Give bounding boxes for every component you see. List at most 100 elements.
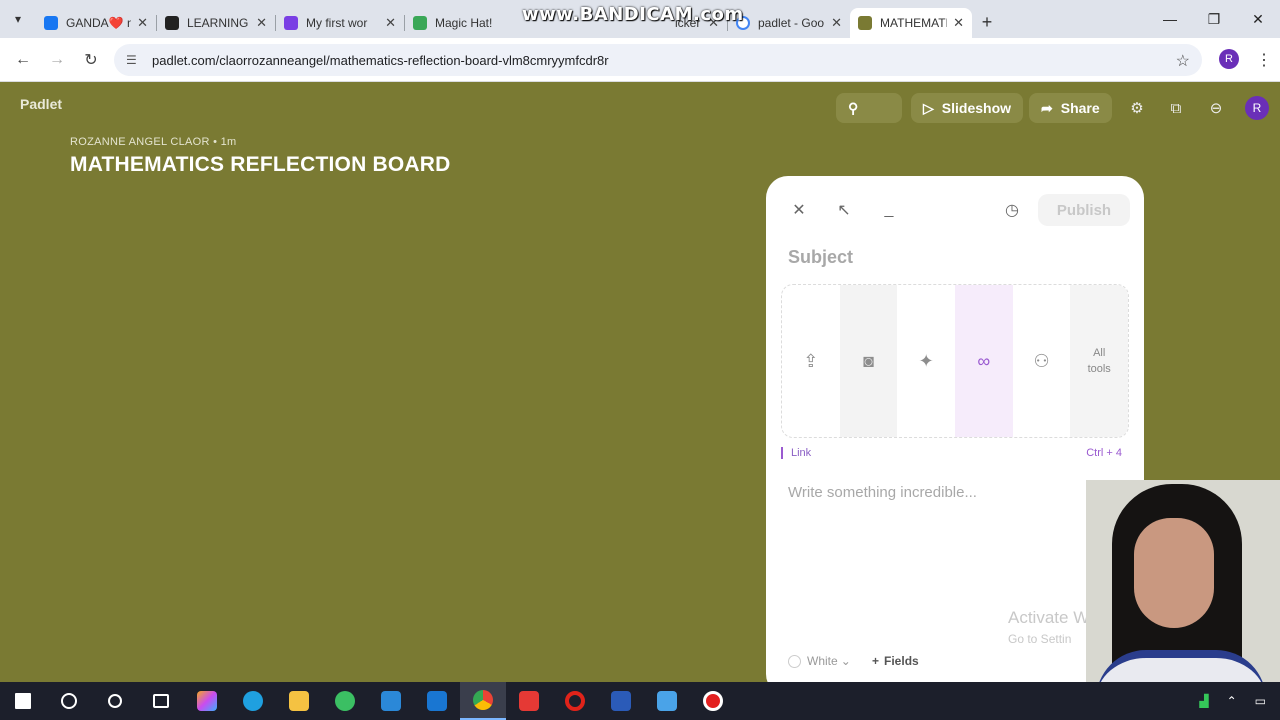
all-tools-button[interactable]: All tools — [1070, 285, 1128, 437]
cortana-icon[interactable] — [92, 682, 138, 720]
messenger-icon — [44, 16, 58, 30]
link-icon[interactable]: ∞ — [955, 285, 1013, 437]
camera-icon[interactable]: ◙ — [839, 285, 898, 437]
minimize-icon[interactable]: _ — [877, 198, 901, 222]
browser-tab[interactable]: My first wor ✕ — [276, 8, 404, 38]
slideshow-button[interactable]: ▷ Slideshow — [911, 93, 1024, 123]
search-button[interactable]: ⚲ — [836, 93, 902, 123]
paint-icon[interactable] — [644, 682, 690, 720]
close-icon[interactable]: ✕ — [831, 15, 842, 31]
chrome-icon[interactable] — [460, 682, 506, 720]
site-favicon-icon — [165, 16, 179, 30]
close-icon[interactable]: ✕ — [137, 15, 148, 31]
browser-toolbar: ← → ↻ ☰ padlet.com/claorrozanneangel/mat… — [0, 38, 1280, 82]
store-icon[interactable] — [368, 682, 414, 720]
magic-image-icon[interactable]: ✦ — [897, 285, 955, 437]
task-view-glyph-icon — [153, 694, 169, 708]
padlet-logo[interactable]: Padlet — [20, 96, 62, 112]
add-fields-button[interactable]: + Fields — [872, 654, 919, 668]
chart-icon[interactable]: ▟ — [1199, 694, 1208, 708]
board-title[interactable]: MATHEMATICS REFLECTION BOARD — [70, 153, 450, 177]
play-icon: ▷ — [923, 99, 934, 116]
browser-tab[interactable]: padlet - Goo ✕ — [728, 8, 850, 38]
wps-glyph-icon — [519, 691, 539, 711]
recording-watermark: www.BANDICAM.com — [522, 4, 744, 25]
share-arrow-icon: ➦ — [1041, 99, 1053, 116]
site-favicon-icon — [284, 16, 298, 30]
bookmark-star-icon[interactable]: ☆ — [1176, 51, 1190, 71]
publish-button[interactable]: Publish — [1038, 194, 1130, 226]
close-icon[interactable]: ✕ — [787, 198, 811, 222]
new-tab-button[interactable]: + — [972, 12, 1002, 33]
word-glyph-icon — [611, 691, 631, 711]
recorder-icon[interactable] — [690, 682, 736, 720]
color-picker[interactable]: White ⌄ — [788, 654, 851, 668]
color-swatch-icon — [788, 654, 801, 668]
tab-title: GANDA❤️ n — [66, 16, 132, 30]
expand-icon[interactable]: ↖ — [832, 198, 856, 222]
schedule-icon[interactable]: ◷ — [1000, 198, 1024, 222]
chevron-up-icon[interactable]: ⌃ — [1227, 694, 1237, 708]
opera-icon[interactable] — [552, 682, 598, 720]
browser-profile-avatar[interactable]: R — [1219, 49, 1239, 69]
close-icon[interactable]: ✕ — [953, 15, 964, 31]
tab-title: MATHEMATI — [880, 16, 948, 30]
notification-icon[interactable]: ▭ — [1255, 694, 1266, 708]
padlet-favicon-icon — [858, 16, 872, 30]
search-icon: ⚲ — [848, 99, 859, 116]
image-search-icon[interactable]: ⚇ — [1013, 285, 1071, 437]
word-icon[interactable] — [598, 682, 644, 720]
selected-tool-label: Link — [781, 447, 811, 459]
file-explorer-icon[interactable] — [276, 682, 322, 720]
edge-glyph-icon — [243, 691, 263, 711]
record-glyph-icon — [703, 691, 723, 711]
mail-glyph-icon — [427, 691, 447, 711]
webcam-face — [1134, 518, 1214, 628]
fields-label: Fields — [884, 654, 919, 668]
browser-menu-icon[interactable]: ⋮ — [1256, 50, 1272, 70]
user-avatar[interactable]: R — [1245, 96, 1269, 120]
post-body-input[interactable]: Write something incredible... — [788, 484, 977, 501]
task-view-icon[interactable] — [138, 682, 184, 720]
site-favicon-icon — [413, 16, 427, 30]
restore-icon[interactable]: ❐ — [1192, 0, 1236, 38]
close-window-icon[interactable]: ✕ — [1236, 0, 1280, 38]
chrome-glyph-icon — [473, 690, 493, 710]
attachment-tools: ⇪ ◙ ✦ ∞ ⚇ All tools — [781, 284, 1129, 438]
browser-tab-active[interactable]: MATHEMATI ✕ — [850, 8, 972, 38]
circle-icon — [108, 694, 122, 708]
address-bar[interactable]: ☰ padlet.com/claorrozanneangel/mathemati… — [114, 44, 1202, 76]
close-icon[interactable]: ✕ — [256, 15, 267, 31]
subject-input[interactable]: Subject — [788, 247, 853, 268]
more-options-icon[interactable]: ⊖ — [1204, 96, 1228, 120]
upload-icon[interactable]: ⇪ — [782, 285, 840, 437]
chrome-alt-icon[interactable] — [322, 682, 368, 720]
shortcut-hint: Ctrl + 4 — [1086, 447, 1122, 459]
window-controls: — ❐ ✕ — [1148, 0, 1280, 38]
tab-title: My first wor — [306, 16, 368, 30]
tab-search-chevron-icon[interactable]: ▾ — [0, 0, 36, 38]
reload-icon[interactable]: ↻ — [74, 43, 108, 77]
chevron-down-icon: ⌄ — [840, 654, 851, 668]
search-icon[interactable] — [46, 682, 92, 720]
minimize-icon[interactable]: — — [1148, 0, 1192, 38]
windows-activation-watermark: Go to Settin — [1008, 632, 1072, 646]
browser-tab-strip: ▾ GANDA❤️ n ✕ LEARNING C ✕ My first wor … — [0, 0, 1280, 38]
copilot-icon[interactable] — [184, 682, 230, 720]
opera-glyph-icon — [565, 691, 585, 711]
browser-tab[interactable]: LEARNING C ✕ — [157, 8, 275, 38]
settings-gear-icon[interactable]: ⚙ — [1125, 96, 1149, 120]
search-glyph-icon — [61, 693, 77, 709]
url-text[interactable]: padlet.com/claorrozanneangel/mathematics… — [152, 53, 609, 68]
share-button[interactable]: ➦ Share — [1029, 93, 1112, 123]
close-icon[interactable]: ✕ — [385, 15, 396, 31]
wps-icon[interactable] — [506, 682, 552, 720]
remake-icon[interactable]: ⧉ — [1164, 96, 1188, 120]
edge-icon[interactable] — [230, 682, 276, 720]
browser-tab[interactable]: GANDA❤️ n ✕ — [36, 8, 156, 38]
start-button[interactable] — [0, 682, 46, 720]
mail-icon[interactable] — [414, 682, 460, 720]
forward-arrow-icon[interactable]: → — [40, 43, 74, 77]
back-arrow-icon[interactable]: ← — [6, 43, 40, 77]
site-settings-icon[interactable]: ☰ — [126, 53, 144, 67]
